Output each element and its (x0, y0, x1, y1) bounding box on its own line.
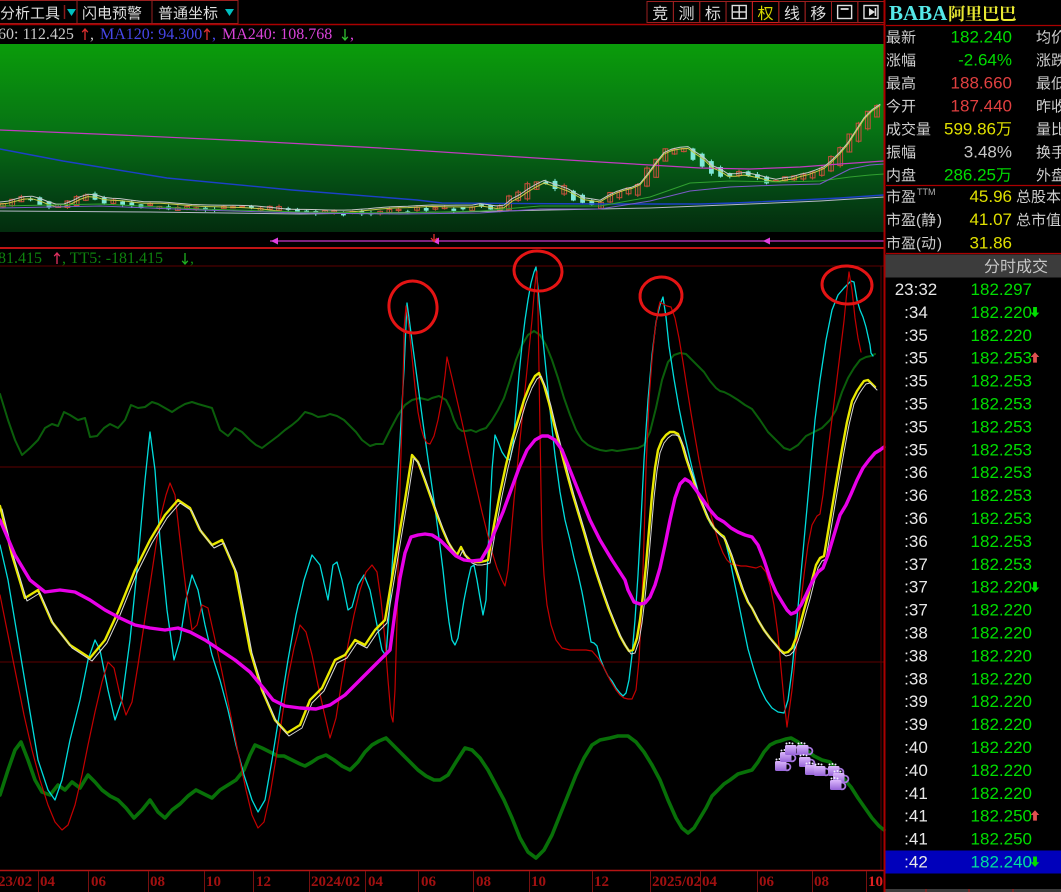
svg-text:182.220: 182.220 (971, 326, 1032, 345)
svg-text::35: :35 (904, 395, 928, 414)
svg-text::36: :36 (904, 509, 928, 528)
svg-text::40: :40 (904, 738, 928, 757)
svg-text:3.48%: 3.48% (964, 143, 1012, 162)
svg-text:08: 08 (814, 874, 829, 890)
svg-text:,: , (90, 26, 94, 43)
svg-text:182.220: 182.220 (971, 601, 1032, 620)
svg-text:182.253: 182.253 (971, 372, 1032, 391)
svg-text:182.297: 182.297 (971, 280, 1032, 299)
svg-text::40: :40 (904, 761, 928, 780)
svg-text:23/02: 23/02 (0, 874, 32, 890)
svg-text:,: , (190, 250, 194, 267)
svg-text:60: 112.425: 60: 112.425 (0, 26, 74, 43)
svg-text::41: :41 (904, 807, 928, 826)
svg-text::35: :35 (904, 372, 928, 391)
svg-text:182.250: 182.250 (971, 807, 1032, 826)
svg-text:182.253: 182.253 (971, 509, 1032, 528)
svg-text:2025/02: 2025/02 (652, 874, 701, 890)
svg-text:10: 10 (206, 874, 221, 890)
svg-text:182.253: 182.253 (971, 532, 1032, 551)
svg-text:182.220: 182.220 (971, 669, 1032, 688)
svg-text:182.220: 182.220 (971, 715, 1032, 734)
svg-text:182.220: 182.220 (971, 761, 1032, 780)
svg-text:182.253: 182.253 (971, 417, 1032, 436)
svg-text:182.253: 182.253 (971, 395, 1032, 414)
svg-text::37: :37 (904, 555, 928, 574)
svg-text:MA240: 108.768: MA240: 108.768 (222, 26, 332, 43)
svg-text:182.220: 182.220 (971, 624, 1032, 643)
svg-text:182.253: 182.253 (971, 463, 1032, 482)
svg-text::35: :35 (904, 417, 928, 436)
svg-text:04: 04 (368, 874, 384, 890)
svg-text::35: :35 (904, 440, 928, 459)
svg-text:06: 06 (759, 874, 775, 890)
svg-text:08: 08 (150, 874, 165, 890)
svg-text::36: :36 (904, 532, 928, 551)
svg-text:04: 04 (40, 874, 56, 890)
svg-text:31.86: 31.86 (969, 233, 1012, 252)
svg-text::35: :35 (904, 349, 928, 368)
svg-text:, TT5: -181.415: , TT5: -181.415 (62, 250, 163, 267)
svg-text:(: ( (916, 235, 921, 252)
svg-text::41: :41 (904, 784, 928, 803)
svg-text:182.220: 182.220 (971, 738, 1032, 757)
svg-text::42: :42 (904, 853, 928, 872)
svg-text::38: :38 (904, 624, 928, 643)
svg-text:81.415: 81.415 (0, 250, 42, 267)
svg-text:182.220: 182.220 (971, 692, 1032, 711)
svg-text:182.220: 182.220 (971, 784, 1032, 803)
svg-text::38: :38 (904, 646, 928, 665)
svg-text:(: ( (916, 212, 921, 229)
svg-text::39: :39 (904, 692, 928, 711)
svg-text:BABA: BABA (889, 1, 948, 25)
svg-text:286.25: 286.25 (944, 166, 996, 185)
svg-text::35: :35 (904, 326, 928, 345)
svg-text:12: 12 (256, 874, 271, 890)
svg-text:12: 12 (594, 874, 609, 890)
svg-text:182.253: 182.253 (971, 440, 1032, 459)
svg-text::36: :36 (904, 486, 928, 505)
svg-text::37: :37 (904, 601, 928, 620)
svg-text:41.07: 41.07 (969, 210, 1012, 229)
svg-text:TTM: TTM (917, 187, 936, 197)
svg-text:10: 10 (531, 874, 546, 890)
svg-text:182.250: 182.250 (971, 830, 1032, 849)
svg-text::41: :41 (904, 830, 928, 849)
svg-text:182.253: 182.253 (971, 349, 1032, 368)
svg-text:,: , (212, 26, 216, 43)
svg-text::38: :38 (904, 669, 928, 688)
svg-text:182.240: 182.240 (971, 853, 1032, 872)
svg-text:182.253: 182.253 (971, 486, 1032, 505)
svg-text:23:32: 23:32 (895, 280, 938, 299)
svg-text:06: 06 (91, 874, 107, 890)
svg-text:187.440: 187.440 (951, 97, 1012, 116)
svg-text::39: :39 (904, 715, 928, 734)
svg-text:182.220: 182.220 (971, 646, 1032, 665)
svg-text::34: :34 (904, 303, 928, 322)
svg-text:2024/02: 2024/02 (311, 874, 360, 890)
svg-text:599.86: 599.86 (944, 120, 996, 139)
svg-text:MA120: 94.300: MA120: 94.300 (100, 26, 202, 43)
svg-text:182.240: 182.240 (951, 28, 1012, 47)
svg-text:08: 08 (476, 874, 491, 890)
svg-text:10: 10 (868, 874, 883, 890)
svg-text:06: 06 (421, 874, 437, 890)
svg-text:182.220: 182.220 (971, 578, 1032, 597)
svg-text:): ) (937, 212, 942, 229)
svg-text::37: :37 (904, 578, 928, 597)
svg-text:-2.64%: -2.64% (958, 51, 1012, 70)
svg-text:182.220: 182.220 (971, 303, 1032, 322)
svg-text:,: , (350, 26, 354, 43)
svg-text:188.660: 188.660 (951, 74, 1012, 93)
svg-text::36: :36 (904, 463, 928, 482)
svg-text:182.253: 182.253 (971, 555, 1032, 574)
svg-text:45.96: 45.96 (969, 187, 1012, 206)
svg-text:): ) (937, 235, 942, 252)
svg-text:04: 04 (702, 874, 718, 890)
